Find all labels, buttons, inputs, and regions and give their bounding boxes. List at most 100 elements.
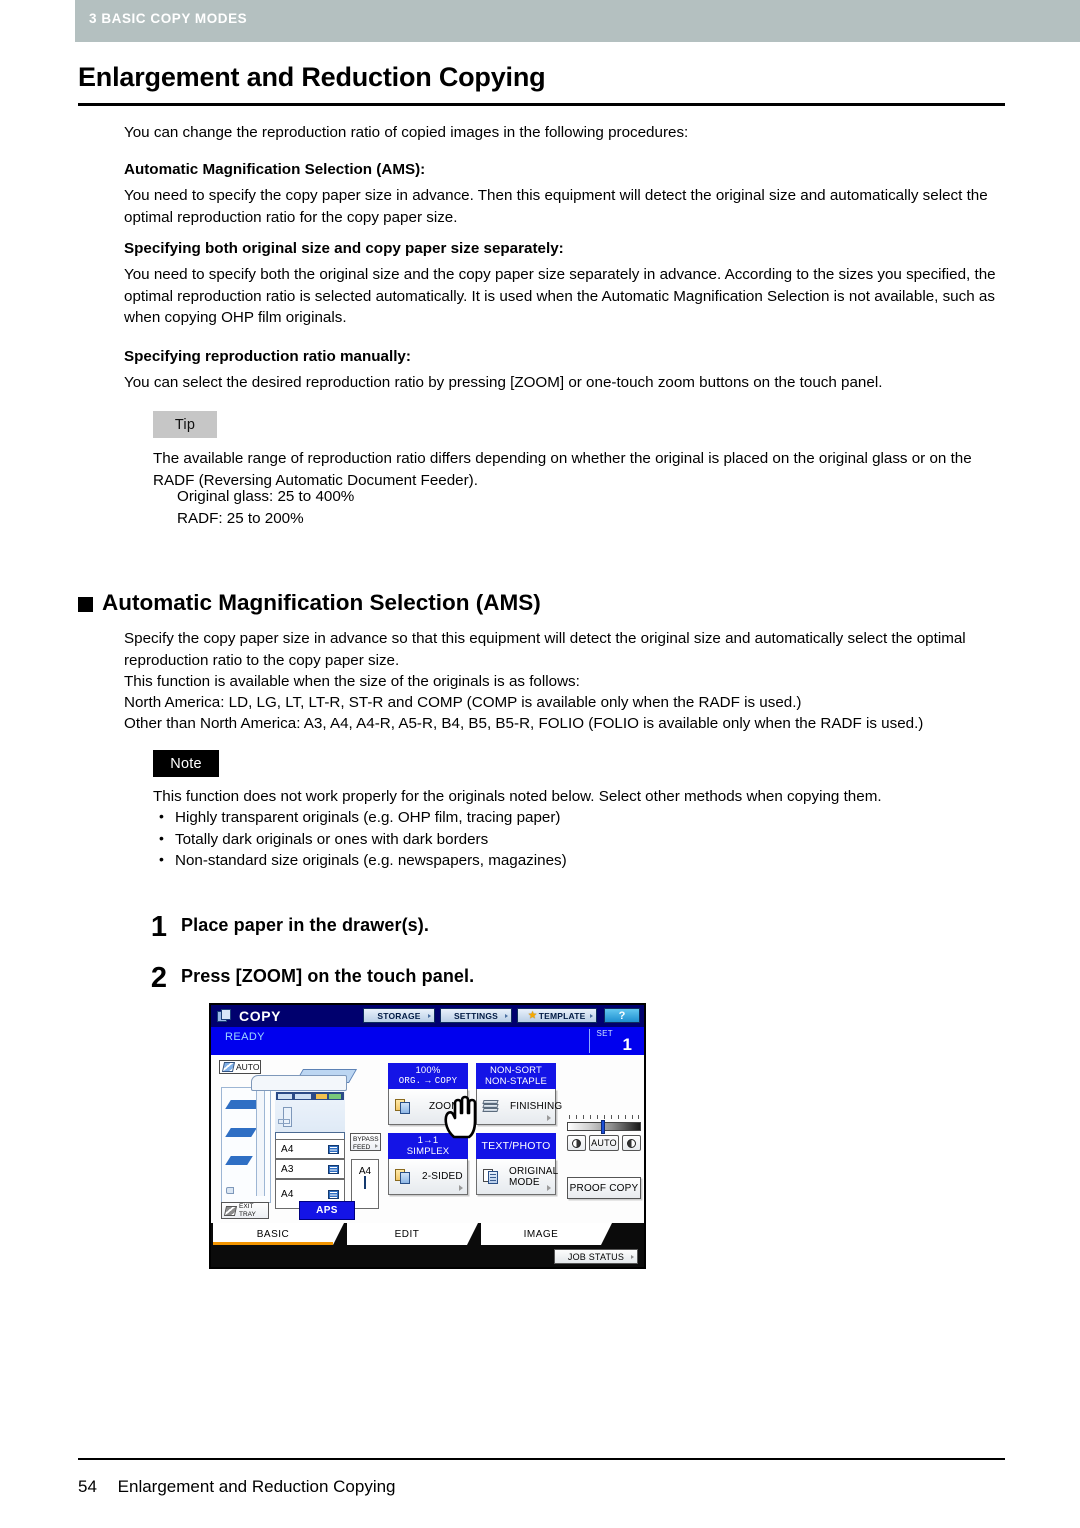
drawer-1[interactable]: A4	[275, 1139, 345, 1159]
finishing-button[interactable]: FINISHING	[476, 1089, 562, 1125]
density-control-group: AUTO	[567, 1115, 641, 1151]
chevron-right-icon	[590, 1013, 593, 1018]
original-mode-button[interactable]: ORIGINAL MODE	[476, 1159, 558, 1195]
section-heading-ams-main-text: Automatic Magnification Selection (AMS)	[102, 590, 541, 615]
chevron-right-icon	[547, 1185, 551, 1191]
touch-panel-screenshot: COPY STORAGE SETTINGS ★ TEMPLATE ? READY…	[209, 1003, 646, 1269]
finishing-mode-line1: NON-SORT	[489, 1065, 543, 1076]
template-button[interactable]: ★ TEMPLATE	[517, 1008, 597, 1023]
zoom-ratio-value: 100%	[415, 1065, 441, 1076]
intro-paragraph: You can change the reproduction ratio of…	[124, 124, 689, 141]
two-sided-docs-icon	[395, 1169, 411, 1184]
zoom-docs-icon	[395, 1099, 411, 1114]
tab-basic-label: BASIC	[256, 1228, 290, 1240]
tip-item-original-glass: Original glass: 25 to 400%	[177, 488, 355, 505]
set-label: SET	[596, 1029, 613, 1038]
exit-tray-button[interactable]: EXIT TRAY	[221, 1202, 269, 1219]
density-darker-button[interactable]	[622, 1135, 641, 1151]
title-rule	[78, 103, 1005, 106]
footer-text: Enlargement and Reduction Copying	[117, 1477, 396, 1496]
aps-button[interactable]: APS	[299, 1201, 355, 1220]
two-sided-button[interactable]: 2-SIDED	[388, 1159, 468, 1195]
copy-mode-icon	[217, 1009, 232, 1023]
storage-button[interactable]: STORAGE	[363, 1008, 435, 1023]
exit-tray-label-line1: EXIT	[239, 1203, 254, 1210]
section-heading-ams-main: Automatic Magnification Selection (AMS)	[78, 590, 541, 616]
zoom-function-group: 100% ORG. → COPY ZOOM	[388, 1063, 468, 1125]
settings-button[interactable]: SETTINGS	[440, 1008, 512, 1023]
job-status-label: JOB STATUS	[567, 1251, 625, 1262]
drawer-3-size: A4	[281, 1188, 294, 1200]
paper-stack-icon	[364, 1176, 366, 1189]
step-text-2: Press [ZOOM] on the touch panel.	[181, 966, 475, 986]
original-mode-value: TEXT/PHOTO	[481, 1139, 551, 1152]
lighter-icon	[572, 1138, 581, 1148]
tab-image-label: IMAGE	[523, 1228, 559, 1240]
scanner-lid-illustration	[251, 1075, 347, 1091]
status-text: READY	[225, 1031, 265, 1043]
zoom-ratio-display: 100% ORG. → COPY	[388, 1063, 468, 1089]
finishing-button-label: FINISHING	[510, 1101, 563, 1112]
control-panel-strip-illustration	[276, 1092, 344, 1100]
panel-bottom-bar: JOB STATUS	[211, 1245, 644, 1267]
status-divider	[589, 1029, 590, 1053]
density-auto-button[interactable]: AUTO	[589, 1135, 619, 1151]
chevron-right-icon	[631, 1254, 634, 1259]
finishing-mode-display: NON-SORT NON-STAPLE	[476, 1063, 556, 1089]
drawer-2[interactable]: A3	[275, 1159, 345, 1179]
tab-edit[interactable]: EDIT	[347, 1223, 478, 1245]
tab-basic[interactable]: BASIC	[213, 1223, 344, 1245]
paper-stack-icon	[328, 1164, 339, 1174]
chevron-right-icon	[459, 1185, 463, 1191]
job-status-button[interactable]: JOB STATUS	[554, 1249, 638, 1264]
paper-sheaf-icon	[223, 1205, 238, 1216]
note-list: Highly transparent originals (e.g. OHP f…	[153, 806, 1013, 872]
original-mode-icon	[483, 1169, 499, 1184]
duplex-function-group: 1→1 SIMPLEX 2-SIDED	[388, 1133, 468, 1195]
set-count-value: 1	[622, 1035, 632, 1054]
density-slider[interactable]	[567, 1120, 641, 1134]
note-body: This function does not work properly for…	[153, 788, 882, 805]
proof-copy-button[interactable]: PROOF COPY	[567, 1177, 641, 1199]
panel-status-bar: READY SET 1	[211, 1027, 644, 1055]
zoom-button[interactable]: ZOOM	[388, 1089, 468, 1125]
chevron-right-icon	[428, 1013, 431, 1018]
finishing-mode-line2: NON-STAPLE	[484, 1076, 547, 1087]
step-number-1: 1	[150, 911, 168, 943]
finishing-function-group: NON-SORT NON-STAPLE FINISHING	[476, 1063, 562, 1125]
ams-line3: North America: LD, LG, LT, LT-R, ST-R an…	[124, 694, 802, 711]
side-paper-tray[interactable]: A4	[351, 1159, 379, 1209]
tab-image[interactable]: IMAGE	[481, 1223, 612, 1245]
section-heading-ams: Automatic Magnification Selection (AMS):	[124, 161, 426, 178]
help-button[interactable]: ?	[604, 1008, 640, 1023]
density-slider-knob[interactable]	[601, 1120, 606, 1134]
density-lighter-button[interactable]	[567, 1135, 586, 1151]
machine-slot-illustration	[278, 1119, 290, 1124]
ams-line4: Other than North America: A3, A4, A4-R, …	[124, 715, 924, 732]
chevron-right-icon	[547, 1115, 551, 1121]
paper-stack-icon	[328, 1144, 339, 1154]
paper-stack-icon	[328, 1189, 339, 1199]
panel-title: COPY	[239, 1008, 282, 1024]
star-icon: ★	[528, 1010, 537, 1020]
finishing-stack-icon	[482, 1099, 499, 1114]
section-heading-separate: Specifying both original size and copy p…	[124, 240, 564, 257]
darker-icon	[627, 1138, 636, 1148]
note-list-item: Totally dark originals or ones with dark…	[153, 828, 1013, 851]
page-content: Enlargement and Reduction Copying You ca…	[0, 0, 1080, 1528]
drawer-1-size: A4	[281, 1143, 294, 1155]
zoom-org-label: ORG.	[398, 1076, 422, 1086]
drawer-2-size: A3	[281, 1163, 294, 1175]
two-sided-button-label: 2-SIDED	[422, 1171, 463, 1182]
storage-button-label: STORAGE	[377, 1010, 421, 1021]
template-button-label: TEMPLATE	[538, 1010, 586, 1021]
note-list-item: Non-standard size originals (e.g. newspa…	[153, 849, 1013, 872]
ams-paragraph: Specify the copy paper size in advance s…	[124, 630, 966, 669]
step-text-1: Place paper in the drawer(s).	[181, 915, 429, 935]
bypass-feed-button[interactable]: BYPASS FEED	[350, 1133, 381, 1151]
machine-plate-illustration	[283, 1107, 292, 1127]
note-label-chip: Note	[153, 750, 219, 777]
duplex-mode-display: 1→1 SIMPLEX	[388, 1133, 468, 1159]
duplex-mode-line1: 1→1	[417, 1135, 439, 1146]
exit-tray-label-line2: TRAY	[239, 1210, 256, 1218]
